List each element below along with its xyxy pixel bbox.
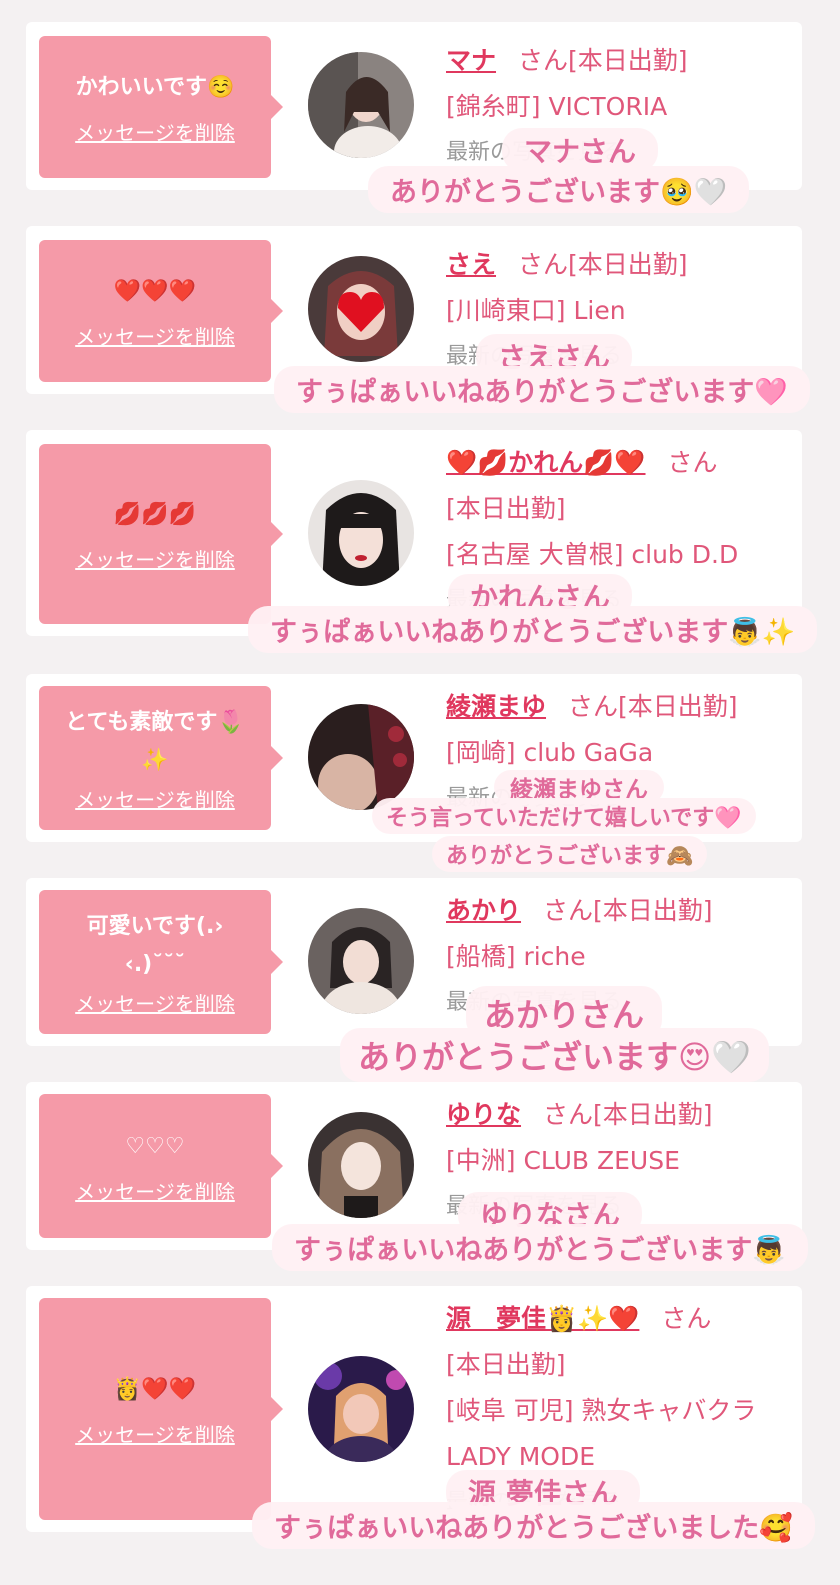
shop-label: [岐阜 可児] 熟女キャバクラ LADY MODE [446, 1396, 757, 1471]
status-label: [本日出勤] [593, 1100, 713, 1129]
cast-name-link[interactable]: ❤️💋かれん💋❤️ [446, 448, 646, 477]
shop-label: [錦糸町] VICTORIA [446, 92, 668, 121]
message-bubble: ♡♡♡ メッセージを削除 [39, 1094, 283, 1238]
message-text: 可愛いです(.› ‹.)˘˘˘ [86, 913, 224, 977]
message-bubble: 👸❤️❤️ メッセージを削除 [39, 1298, 283, 1520]
status-label: [本日出勤] [618, 692, 738, 721]
status-label: [本日出勤] [568, 46, 688, 75]
san-label: さん [661, 1304, 712, 1333]
overlay-caption-message: ありがとうございます🥹🤍 [368, 166, 750, 213]
overlay-caption-message-2: ありがとうございます🙈 [432, 836, 708, 872]
delete-message-link[interactable]: メッセージを削除 [75, 1419, 235, 1448]
like-card: 👸❤️❤️ メッセージを削除 源 夢佳👸✨❤️ さん [本日出勤] [岐阜 可児]… [26, 1286, 802, 1532]
san-label: さん [543, 1100, 594, 1129]
shop-label: [船橋] riche [446, 942, 586, 971]
cast-name-link[interactable]: 綾瀬まゆ [446, 692, 546, 721]
delete-message-link[interactable]: メッセージを削除 [75, 784, 235, 813]
avatar[interactable] [308, 1356, 414, 1462]
shop-label: [中洲] CLUB ZEUSE [446, 1146, 680, 1175]
san-label: さん [543, 896, 594, 925]
avatar[interactable] [308, 908, 414, 1014]
message-text: ❤️❤️❤️ [113, 278, 197, 304]
overlay-caption-message: すぅぱぁいいねありがとうございます🩷 [274, 366, 810, 413]
overlay-caption-message: すぅぱぁいいねありがとうございます👼 [272, 1224, 808, 1271]
delete-message-link[interactable]: メッセージを削除 [75, 117, 235, 146]
message-text: 👸❤️❤️ [113, 1376, 197, 1402]
shop-label: [名古屋 大曽根] club D.D [446, 540, 739, 569]
avatar[interactable] [308, 52, 414, 158]
overlay-caption-message: すぅぱぁいいねありがとうございました🥰 [252, 1502, 815, 1549]
message-bubble: ❤️❤️❤️ メッセージを削除 [39, 240, 283, 382]
overlay-caption-message: ありがとうございます😍🤍 [340, 1028, 770, 1082]
san-label: さん [667, 448, 718, 477]
message-bubble: 💋💋💋 メッセージを削除 [39, 444, 283, 624]
shop-label: [川崎東口] Lien [446, 296, 626, 325]
san-label: さん [518, 46, 569, 75]
status-label: [本日出勤] [593, 896, 713, 925]
avatar[interactable] [308, 704, 414, 810]
message-bubble: とても素敵です🌷✨ メッセージを削除 [39, 686, 283, 830]
delete-message-link[interactable]: メッセージを削除 [75, 1176, 235, 1205]
overlay-caption-message: すぅぱぁいいねありがとうございます👼✨ [248, 606, 818, 653]
status-label: [本日出勤] [446, 1350, 566, 1379]
message-text: とても素敵です🌷✨ [65, 709, 245, 773]
message-text: 💋💋💋 [113, 501, 197, 527]
avatar[interactable] [308, 480, 414, 586]
overlay-caption-message: そう言っていただけて嬉しいです🩷 [372, 798, 756, 834]
cast-name-link[interactable]: さえ [446, 250, 496, 279]
san-label: さん [518, 250, 569, 279]
delete-message-link[interactable]: メッセージを削除 [75, 544, 235, 573]
cast-name-link[interactable]: 源 夢佳👸✨❤️ [446, 1304, 639, 1333]
like-card: かわいいです☺️ メッセージを削除 マナ さん[本日出勤] [錦糸町] VICTO… [26, 22, 802, 190]
message-text: かわいいです☺️ [75, 74, 235, 100]
avatar[interactable] [308, 256, 414, 362]
avatar[interactable] [308, 1112, 414, 1218]
message-bubble: 可愛いです(.› ‹.)˘˘˘ メッセージを削除 [39, 890, 283, 1034]
status-label: [本日出勤] [446, 494, 566, 523]
cast-name-link[interactable]: ゆりな [446, 1100, 521, 1129]
message-text: ♡♡♡ [125, 1133, 185, 1159]
like-card: 可愛いです(.› ‹.)˘˘˘ メッセージを削除 あかり さん[本日出勤] [船橋… [26, 878, 802, 1046]
delete-message-link[interactable]: メッセージを削除 [75, 321, 235, 350]
delete-message-link[interactable]: メッセージを削除 [75, 988, 235, 1017]
cast-name-link[interactable]: あかり [446, 896, 521, 925]
message-bubble: かわいいです☺️ メッセージを削除 [39, 36, 283, 178]
san-label: さん [568, 692, 619, 721]
cast-name-link[interactable]: マナ [446, 46, 496, 75]
status-label: [本日出勤] [568, 250, 688, 279]
